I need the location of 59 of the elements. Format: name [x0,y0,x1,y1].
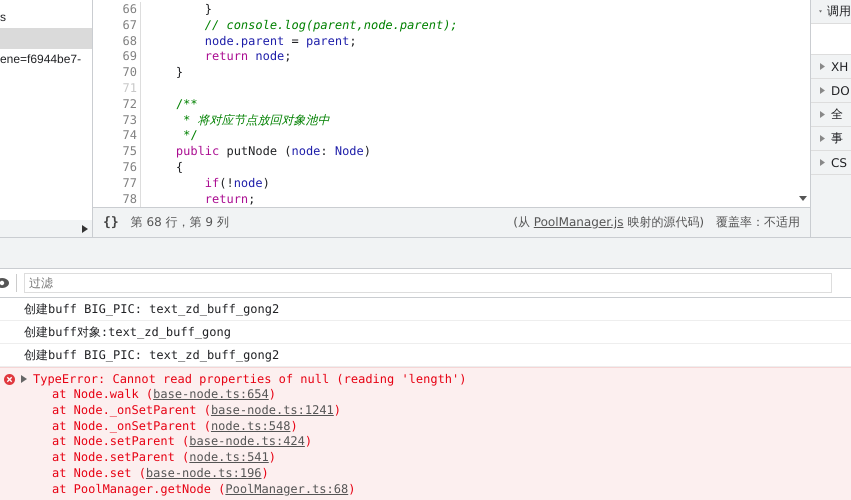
code-line: */ [182,128,198,144]
stack-frame: at Node.walk (base-node.ts:654) [52,387,276,401]
section-title: 调用 [827,3,851,20]
section-title: XH [831,60,848,74]
console-message: 创建buff对象:text_zd_buff_gong [24,324,231,340]
file-tree-item[interactable]: ene=f6944be7- [0,49,92,70]
section-title: 事 [831,130,843,147]
code-line: } [204,2,212,18]
code-line: return; [204,192,256,207]
code-line: } [174,65,184,81]
source-link[interactable]: PoolManager.js [534,215,624,229]
line-number: 74 [93,128,141,144]
stack-frame: at PoolManager.getNode (PoolManager.ts:68) [52,482,356,496]
line-number: 75 [93,144,141,160]
line-number: 76 [93,160,141,176]
cursor-position: 第 68 行，第 9 列 [130,214,229,231]
code-line: if(!node) [204,176,270,192]
line-number: 77 [93,176,141,192]
stack-frame: at Node._onSetParent (base-node.ts:1241) [52,402,342,417]
format-button[interactable]: {} [103,215,119,230]
stack-link[interactable]: base-node.ts:1241 [210,402,334,417]
line-number: 73 [93,112,141,128]
code-line: node.parent = parent; [204,34,357,50]
console-message: 创建buff BIG_PIC: text_zd_buff_gong2 [24,300,280,318]
line-number: 67 [93,18,141,34]
line-number: 72 [93,96,141,113]
stack-frame: at Node.setParent (base-node.ts:424) [52,434,312,448]
stack-frame: at Node._onSetParent (node.ts:548) [52,418,298,433]
stack-link[interactable]: node.ts:548 [210,418,290,433]
code-line: /** [174,96,198,113]
scroll-down-icon[interactable] [799,196,807,201]
stack-link[interactable]: base-node.ts:424 [189,434,305,448]
code-line: // console.log(parent,node.parent); [204,18,458,34]
line-number: 68 [93,34,141,50]
source-map-text: (从 PoolManager.js 映射的源代码) [513,214,704,231]
stack-frame: at Node.setParent (node.ts:541) [52,450,276,464]
line-number: 70 [93,65,141,81]
stack-frame: at Node.set (base-node.ts:196) [52,466,269,480]
code-line: { [174,160,184,176]
line-number: 66 [93,2,141,18]
section-title: DO [831,84,850,98]
error-icon [4,374,15,384]
scroll-right-icon[interactable] [82,224,88,232]
error-text: TypeError: Cannot read properties of null (reading 'length') [33,372,466,386]
console-message: 创建buff BIG_PIC: text_zd_buff_gong2 [24,346,280,364]
stack-link[interactable]: PoolManager.ts:68 [225,482,348,496]
file-tree-item[interactable]: s [0,7,92,28]
code-line: return node; [204,49,292,66]
expand-arrow-icon[interactable] [21,375,27,383]
filter-field[interactable]: 过滤 [24,273,832,293]
code-line: * 将对应节点放回对象池中 [182,112,330,128]
line-number: 69 [93,49,141,66]
coverage-text: 覆盖率：不适用 [716,214,800,231]
stack-link[interactable]: base-node.ts:196 [146,466,262,480]
section-title: CS [831,156,847,170]
code-line: public putNode (node: Node) [174,144,371,160]
stack-link[interactable]: base-node.ts:654 [153,387,269,401]
stack-link[interactable]: node.ts:541 [189,450,269,464]
section-title: 全 [831,106,843,123]
